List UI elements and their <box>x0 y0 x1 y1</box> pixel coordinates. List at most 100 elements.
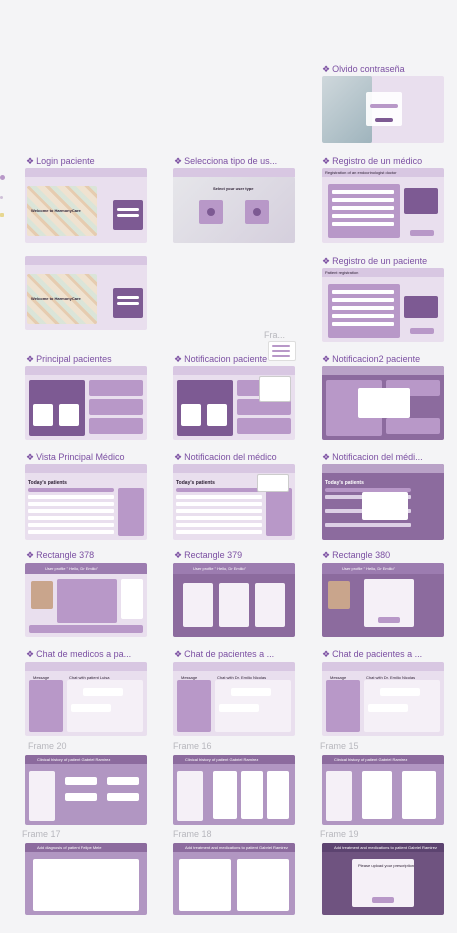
component-icon: ❖ <box>322 649 331 659</box>
field <box>332 214 394 218</box>
frame-header <box>25 464 147 473</box>
patient-info <box>177 771 203 821</box>
appointment-card <box>89 418 143 434</box>
frame-title-rect379[interactable]: ❖ Rectangle 379 <box>174 550 299 561</box>
recover-input <box>370 104 398 108</box>
frame-title-rect380[interactable]: ❖ Rectangle 380 <box>322 550 447 561</box>
frame-20[interactable]: Clinical history of patient Gabriel Rami… <box>25 755 147 825</box>
notification-dropdown <box>259 376 291 402</box>
frame-title-chat-pacientes-a[interactable]: ❖ Chat de pacientes a ... <box>174 649 294 660</box>
appointment-card <box>386 418 440 434</box>
todays-patients-title: Today's patients <box>28 480 67 486</box>
frame-title-notif-medico2[interactable]: ❖ Notificacion del médi... <box>322 452 452 463</box>
frame-rect380[interactable]: User profile " Hello, Dr Emilio" <box>322 563 444 637</box>
frame-notif2-paciente[interactable] <box>322 366 444 440</box>
frame-header <box>25 662 147 671</box>
frame-login-2[interactable]: Welcome to HarmonyCare <box>25 256 147 330</box>
frame-registro-medico[interactable]: Registration of an endocrinologist docto… <box>322 168 444 243</box>
frame-title-frame18[interactable]: Frame 18 <box>173 829 212 839</box>
register-button <box>410 328 434 334</box>
save-button <box>378 617 400 623</box>
frame-title-rect378[interactable]: ❖ Rectangle 378 <box>26 550 151 561</box>
frame-title-frame16[interactable]: Frame 16 <box>173 741 212 751</box>
frame-title-frame20[interactable]: Frame 20 <box>28 741 67 751</box>
frame-chat-pacientes-b[interactable]: Message Chat with Dr. Emilio Nicolas <box>322 662 444 736</box>
user-profile-title: User profile " Hello, Dr Emilio" <box>193 566 247 571</box>
field <box>332 298 394 302</box>
frame-title-login[interactable]: ❖ Login paciente <box>26 156 146 167</box>
frame-16[interactable]: Clinical history of patient Gabriel Rami… <box>173 755 295 825</box>
user-profile-title: User profile " Hello, Dr Emilio" <box>342 566 396 571</box>
treatment-area <box>179 859 231 911</box>
frame-19[interactable]: Add treatment and medications to patient… <box>322 843 444 915</box>
table-row <box>176 530 262 534</box>
frame-notif-medico2[interactable]: Today's patients <box>322 464 444 540</box>
toolbar-dot-2[interactable] <box>0 196 3 199</box>
frame-title-olvido[interactable]: ❖ Olvido contraseña <box>322 64 452 75</box>
toolbar-dot-1[interactable] <box>0 175 5 180</box>
frame-rect379[interactable]: User profile " Hello, Dr Emilio" <box>173 563 295 637</box>
frame-title-notif-medico[interactable]: ❖ Notificacion del médico <box>174 452 299 463</box>
frame-notif-medico[interactable]: Today's patients <box>173 464 295 540</box>
component-icon: ❖ <box>26 354 35 364</box>
clinical-title: Clinical history of patient Gabriel Rami… <box>185 757 259 762</box>
frame-title-frame15[interactable]: Frame 15 <box>320 741 359 751</box>
table-header <box>176 488 262 492</box>
table-row <box>28 530 114 534</box>
frame-title-frame19[interactable]: Frame 19 <box>320 829 359 839</box>
component-icon: ❖ <box>322 550 331 560</box>
component-icon: ❖ <box>322 452 331 462</box>
profile-side <box>121 579 143 619</box>
recover-button <box>375 118 393 122</box>
frame-header <box>173 168 295 177</box>
frame-chat-medicos[interactable]: Message Chat with patient Luisa <box>25 662 147 736</box>
component-icon: ❖ <box>174 156 183 166</box>
frame-15[interactable]: Clinical history of patient Gabriel Rami… <box>322 755 444 825</box>
component-icon: ❖ <box>174 649 183 659</box>
frame-login[interactable]: Welcome to HarmonyCare <box>25 168 147 243</box>
upload-title: Please upload your prescription <box>358 863 415 868</box>
frame-header <box>25 366 147 375</box>
frame-vista-medico[interactable]: Today's patients <box>25 464 147 540</box>
frame-notif-paciente[interactable] <box>173 366 295 440</box>
frame-header <box>25 168 147 177</box>
frame-title-notif2-paciente[interactable]: ❖ Notificacion2 paciente <box>322 354 452 365</box>
frame-title-vista-medico[interactable]: ❖ Vista Principal Médico <box>26 452 151 463</box>
table-row <box>28 509 114 513</box>
doctor-avatar <box>328 581 350 609</box>
login-user <box>117 296 139 299</box>
field <box>332 322 394 326</box>
field <box>332 306 394 310</box>
frame-18[interactable]: Add treatment and medications to patient… <box>173 843 295 915</box>
component-icon: ❖ <box>26 649 35 659</box>
toolbar-dot-3[interactable] <box>0 213 4 217</box>
contacts-list <box>326 680 360 732</box>
frame-title-notif-paciente[interactable]: ❖ Notificacion paciente <box>174 354 286 365</box>
frame-title-principal-pacientes[interactable]: ❖ Principal pacientes <box>26 354 151 365</box>
frame-title-registro-paciente[interactable]: ❖ Registro de un paciente <box>322 256 452 267</box>
modal-panel <box>255 583 285 627</box>
frame-selecciona[interactable]: Select your user type <box>173 168 295 243</box>
field <box>332 206 394 210</box>
frame-principal-pacientes[interactable] <box>25 366 147 440</box>
frame-olvido[interactable] <box>322 76 444 143</box>
menu-line <box>272 345 290 347</box>
doctor-avatar <box>253 208 261 216</box>
chat-bubble <box>219 704 259 712</box>
table-row <box>176 509 262 513</box>
frame-registro-paciente[interactable]: Patient registration <box>322 268 444 342</box>
frame-title-chat-pacientes-b[interactable]: ❖ Chat de pacientes a ... <box>322 649 442 660</box>
side-panel <box>118 488 144 536</box>
frame-title-fra[interactable]: Fra... <box>264 330 285 340</box>
frame-17[interactable]: Add diagnosis of patient Felipe Mele <box>25 843 147 915</box>
doctor-card <box>207 404 227 426</box>
frame-chat-pacientes-a[interactable]: Message Chat with Dr. Emilio Nicolas <box>173 662 295 736</box>
field <box>332 190 394 194</box>
frame-title-registro-medico[interactable]: ❖ Registro de un médico <box>322 156 452 167</box>
frame-rect378[interactable]: User profile " Hello, Dr Emilio" <box>25 563 147 637</box>
frame-title-chat-medicos[interactable]: ❖ Chat de medicos a pa... <box>26 649 146 660</box>
chat-bubble <box>368 704 408 712</box>
appointment-card <box>89 399 143 415</box>
frame-title-selecciona[interactable]: ❖ Selecciona tipo de us... <box>174 156 294 167</box>
frame-title-frame17[interactable]: Frame 17 <box>22 829 61 839</box>
